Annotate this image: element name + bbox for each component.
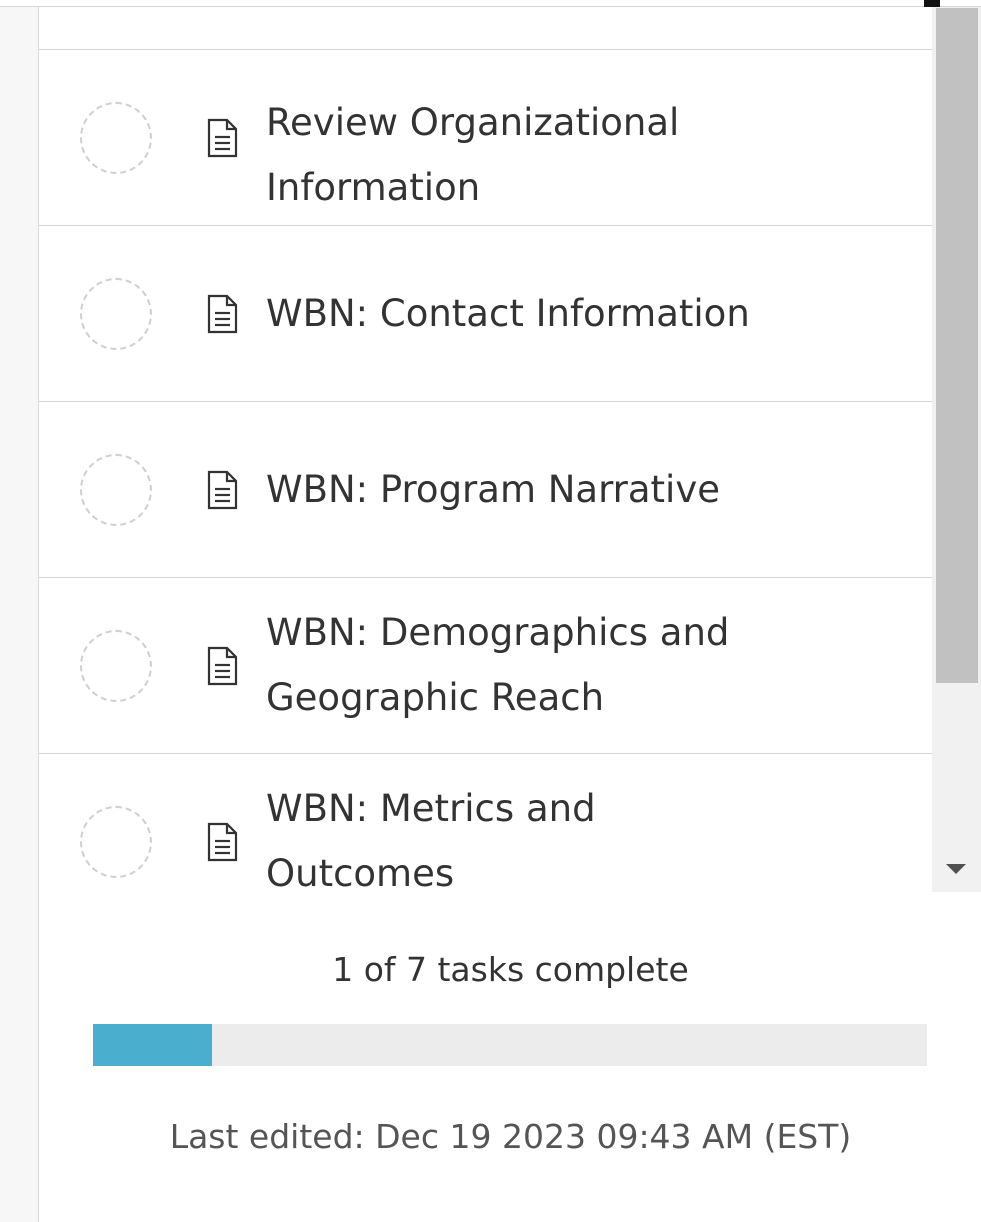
document-icon [201, 821, 243, 863]
task-item-wbn-demographics-and-geographic-reach[interactable]: WBN: Demographics and Geographic Reach [39, 578, 932, 754]
task-list: Review Organizational Information WBN: C… [39, 0, 932, 892]
document-icon [201, 645, 243, 687]
task-panel: Review Organizational Information WBN: C… [38, 0, 981, 1222]
task-label: WBN: Demographics and Geographic Reach [266, 611, 730, 719]
task-label: WBN: Contact Information [266, 292, 750, 335]
scrollbar-thumb[interactable] [936, 8, 978, 683]
document-icon [201, 293, 243, 335]
task-item-hidden-top [39, 0, 932, 50]
task-label: WBN: Metrics and Outcomes [266, 787, 596, 892]
incomplete-status-icon [80, 277, 152, 350]
task-item-wbn-contact-information[interactable]: WBN: Contact Information [39, 226, 932, 402]
last-edited-timestamp: Last edited: Dec 19 2023 09:43 AM (EST) [169, 1117, 852, 1156]
top-edge-divider [0, 0, 981, 7]
task-item-review-organizational-information[interactable]: Review Organizational Information [39, 50, 932, 226]
progress-bar [93, 1024, 927, 1066]
task-list-viewport: Review Organizational Information WBN: C… [39, 0, 932, 892]
incomplete-status-icon [80, 101, 152, 174]
task-item-wbn-metrics-and-outcomes[interactable]: WBN: Metrics and Outcomes [39, 754, 932, 892]
scroll-down-arrow-icon[interactable] [946, 864, 966, 874]
document-icon [201, 469, 243, 511]
task-label: Review Organizational Information [266, 101, 680, 209]
document-icon [201, 117, 243, 159]
incomplete-status-icon [80, 453, 152, 526]
task-label: WBN: Program Narrative [266, 468, 720, 511]
window-corner-marker [924, 0, 940, 7]
progress-bar-fill [93, 1024, 213, 1066]
incomplete-status-icon [80, 629, 152, 702]
progress-summary: 1 of 7 tasks complete [332, 950, 689, 989]
task-list-scrollbar[interactable] [932, 0, 981, 892]
task-item-wbn-program-narrative[interactable]: WBN: Program Narrative [39, 402, 932, 578]
incomplete-status-icon [80, 805, 152, 878]
